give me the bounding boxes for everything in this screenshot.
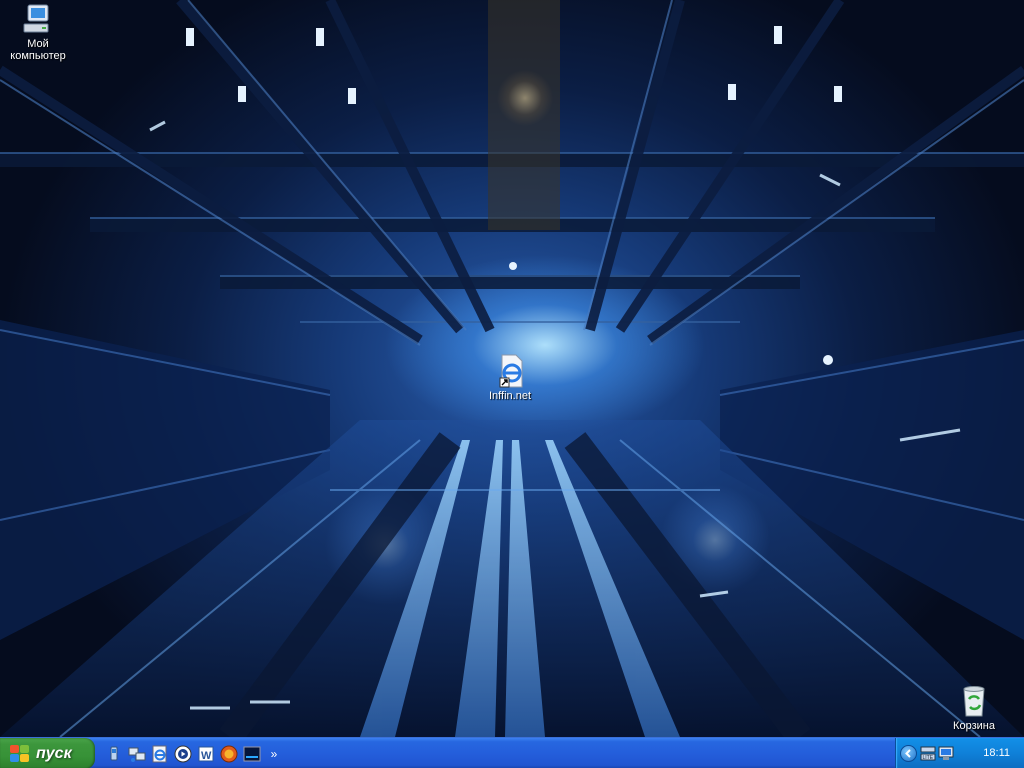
show-hidden-icons-chevron[interactable] [900,745,917,762]
my-computer-label: Мой компьютер [10,38,66,62]
clock[interactable]: 18:11 [983,747,1010,759]
my-computer-desktop-icon[interactable]: Мой компьютер [0,2,76,62]
network-status-icon[interactable]: LITE [920,746,936,761]
network-icon[interactable] [127,744,147,764]
inffin-shortcut-label: Inffin.net [489,390,531,402]
internet-explorer-shortcut-icon [492,354,528,388]
svg-text:W: W [201,750,212,762]
start-label: пуск [36,744,72,762]
firefox-icon[interactable] [219,744,239,764]
internet-explorer-icon[interactable] [150,744,170,764]
quick-launch-bar: W » [104,742,281,765]
start-button[interactable]: пуск [0,738,95,768]
desktop[interactable]: Мой компьютер Inffin.net Корзина пуск W … [0,0,1024,768]
quick-launch-more-chevron[interactable]: » [267,744,281,764]
show-desktop-icon[interactable] [104,744,124,764]
terminal-icon[interactable] [242,744,262,764]
system-tray: LITE 18:11 [895,738,1024,768]
word-icon[interactable]: W [196,744,216,764]
svg-text:LITE: LITE [923,755,934,761]
monitor-icon[interactable] [938,746,954,761]
my-computer-icon [20,2,56,36]
windows-logo-icon [10,744,30,763]
recycle-bin-label: Корзина [953,720,995,732]
media-player-icon[interactable] [173,744,193,764]
taskbar: пуск W » RL [0,737,1024,768]
recycle-bin-desktop-icon[interactable]: Корзина [936,684,1012,732]
inffin-shortcut-desktop-icon[interactable]: Inffin.net [472,354,548,402]
recycle-bin-icon [956,684,992,718]
